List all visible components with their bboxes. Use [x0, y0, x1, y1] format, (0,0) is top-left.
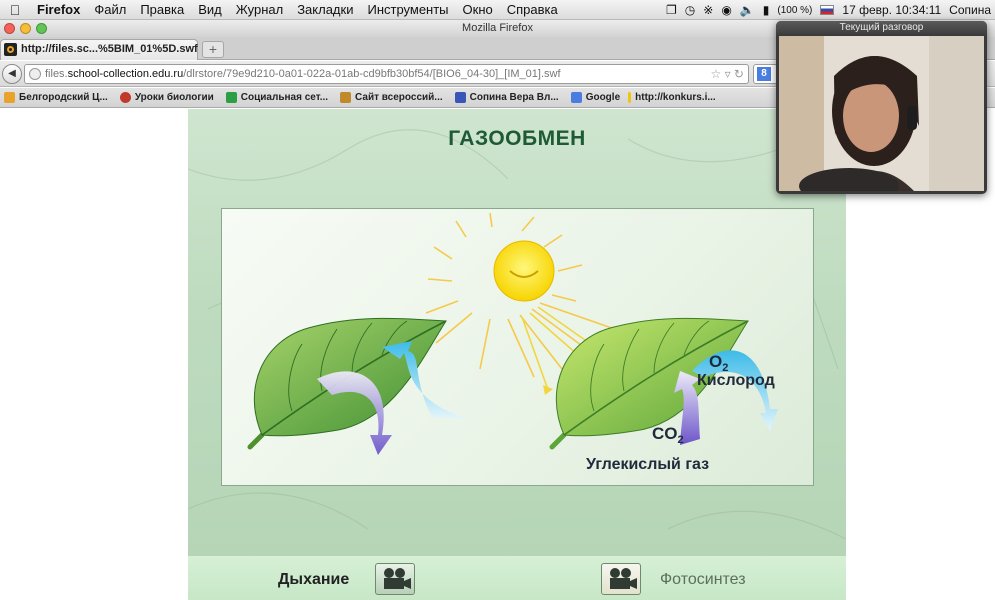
co2-formula: CO2	[652, 424, 684, 446]
video-call-title: Текущий разговор	[776, 21, 987, 35]
menu-view[interactable]: Вид	[191, 2, 229, 17]
gas-exchange-panel: O 2 Кислород CO2 Углекислый газ	[221, 208, 814, 486]
page-icon	[628, 92, 632, 103]
flash-title: ГАЗООБМЕН	[448, 127, 586, 150]
gas-exchange-illustration: O 2 Кислород CO2 Углекислый газ	[247, 212, 778, 473]
checkmark-icon	[225, 92, 237, 103]
o2-o: O	[709, 352, 722, 371]
film-projector-icon	[610, 568, 637, 589]
menu-edit[interactable]: Правка	[133, 2, 191, 17]
url-prefix: files.	[45, 68, 68, 80]
apple-icon[interactable]: 	[0, 2, 30, 18]
battery-icon[interactable]: ▮	[763, 3, 770, 17]
bluetooth-icon[interactable]: ※	[703, 3, 713, 17]
bookmark-label: Белгородский Ц...	[19, 92, 108, 103]
film-projector-icon	[384, 568, 411, 589]
bookmark-item[interactable]: Белгородский Ц...	[0, 92, 116, 103]
site-favicon-icon	[4, 43, 17, 56]
bookmark-item[interactable]: Социальная сет...	[222, 92, 336, 103]
url-bar[interactable]: files.school-collection.edu.ru/dlrstore/…	[24, 64, 749, 84]
screen:  Firefox Файл Правка Вид Журнал Закладк…	[0, 0, 995, 600]
menu-history[interactable]: Журнал	[229, 2, 290, 17]
bookmark-label: Сопина Вера Вл...	[469, 92, 559, 103]
yandex-icon	[454, 92, 466, 103]
co2-sub: 2	[678, 434, 684, 446]
ladybug-icon	[119, 92, 131, 103]
menubar-status: ❐ ◷ ※ ◉ 🔈 ▮ (100 %) 17 февр. 10:34:11 Со…	[666, 0, 995, 20]
webcam-image	[779, 36, 984, 191]
flash-animation[interactable]: ГАЗООБМЕН O2 Кислород CO2 Углекислый газ…	[188, 109, 846, 600]
window-switch-icon[interactable]: ❐	[666, 3, 677, 17]
battery-level: (100 %)	[777, 4, 813, 16]
respiration-label[interactable]: Дыхание	[278, 571, 349, 589]
bookmark-label: http://konkurs.i...	[635, 92, 716, 103]
menu-app-firefox[interactable]: Firefox	[30, 2, 87, 17]
arrow-o2-out	[692, 350, 778, 431]
trophy-icon	[340, 92, 352, 103]
url-domain: school-collection.edu.ru	[67, 68, 184, 80]
google-search-icon[interactable]: 8	[757, 67, 771, 81]
o2-label: Кислород	[697, 372, 775, 389]
new-tab-button[interactable]: +	[202, 41, 224, 58]
co2-co: CO	[652, 424, 678, 443]
url-path: /dlrstore/79e9d210-0a01-022a-01ab-cd9bfb…	[183, 68, 561, 80]
video-call-overlay[interactable]: Текущий разговор	[776, 21, 987, 194]
bookmark-label: Социальная сет...	[240, 92, 329, 103]
co2-label: Углекислый газ	[586, 456, 709, 473]
bookmark-folder-icon	[4, 92, 15, 103]
close-window-button[interactable]	[4, 23, 15, 34]
tab-swf[interactable]: http://files.sc...%5BIM_01%5D.swf	[0, 39, 198, 60]
clock[interactable]: 17 февр. 10:34:11	[842, 3, 941, 17]
menu-tools[interactable]: Инструменты	[360, 2, 455, 17]
menu-bookmarks[interactable]: Закладки	[290, 2, 360, 17]
bookmark-star-icon[interactable]: ☆ ▿ ↻	[710, 65, 744, 83]
bookmark-item[interactable]: Сайт всероссий...	[336, 92, 451, 103]
user-name[interactable]: Сопина	[949, 3, 991, 17]
menu-help[interactable]: Справка	[500, 2, 565, 17]
bookmark-item[interactable]: http://konkurs.i...	[628, 92, 724, 103]
window-title: Mozilla Firefox	[462, 22, 533, 34]
window-controls	[4, 23, 47, 34]
bookmark-item[interactable]: Уроки биологии	[116, 92, 222, 103]
bookmark-item[interactable]: Сопина Вера Вл...	[451, 92, 567, 103]
bookmark-label: Сайт всероссий...	[355, 92, 443, 103]
photosynthesis-play-button[interactable]	[601, 563, 641, 595]
globe-icon	[29, 68, 41, 80]
menu-file[interactable]: Файл	[87, 2, 133, 17]
zoom-window-button[interactable]	[36, 23, 47, 34]
bookmark-label: Уроки биологии	[134, 92, 214, 103]
photosynthesis-label[interactable]: Фотосинтез	[660, 571, 746, 589]
webcam-feed	[779, 36, 984, 191]
wifi-icon[interactable]: ◉	[721, 3, 731, 17]
tab-title: http://files.sc...%5BIM_01%5D.swf	[21, 43, 198, 55]
mac-menubar:  Firefox Файл Правка Вид Журнал Закладк…	[0, 0, 995, 20]
time-machine-icon[interactable]: ◷	[685, 3, 695, 17]
input-language-flag-icon[interactable]	[820, 5, 835, 15]
volume-icon[interactable]: 🔈	[740, 3, 755, 17]
sun-icon	[493, 240, 555, 302]
menu-window[interactable]: Окно	[456, 2, 500, 17]
minimize-window-button[interactable]	[20, 23, 31, 34]
respiration-play-button[interactable]	[375, 563, 415, 595]
bookmark-label: Google	[585, 92, 621, 103]
back-button[interactable]: ◀	[2, 64, 22, 84]
google-icon	[570, 92, 582, 103]
bookmark-item[interactable]: Google	[567, 92, 628, 103]
